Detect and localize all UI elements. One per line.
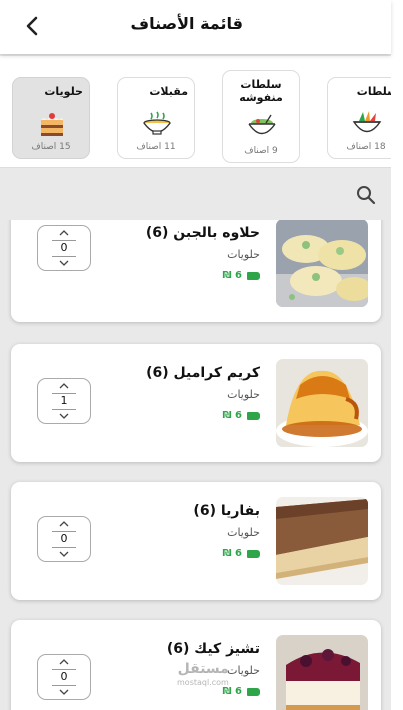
decrease-button[interactable] [38, 410, 90, 422]
chevron-down-icon [59, 689, 69, 695]
category-salads[interactable]: سلطات 18 اصناف [327, 77, 391, 159]
product-image [276, 359, 368, 447]
quantity-value: 1 [60, 394, 68, 407]
category-name: سلطات منفوشه [239, 78, 283, 104]
chevron-down-icon [59, 551, 69, 557]
category-count: 9 اصناف [244, 146, 278, 156]
salad-icon [352, 111, 382, 133]
quantity-stepper[interactable]: 0 [37, 654, 91, 700]
watermark: مستقل mostaql.com [177, 662, 229, 690]
scrollbar[interactable] [391, 0, 403, 710]
product-category: حلويات [227, 388, 260, 401]
product-category: حلويات [227, 664, 260, 677]
category-name: سلطات [356, 85, 391, 98]
watermark-text: مستقل [177, 661, 229, 677]
product-price: ₪ 6 [223, 410, 260, 421]
product-name: حلاوه بالجبن (6) [145, 225, 260, 241]
category-count: 11 اصناف [136, 142, 176, 152]
product-list: حلاوه بالجبن (6) حلويات ₪ 6 0 كريم كرامي… [0, 220, 391, 710]
increase-button[interactable] [38, 227, 90, 239]
category-name: مقبلات [149, 85, 188, 98]
increase-button[interactable] [38, 518, 90, 530]
product-price: ₪ 6 [223, 270, 260, 281]
price-tag-icon [247, 687, 260, 696]
increase-button[interactable] [38, 656, 90, 668]
search-icon[interactable] [356, 185, 376, 205]
product-name: بفاريا (6) [193, 503, 260, 519]
category-strip: حلويات 15 اصناف مقبلات 11 اصناف سلطات من… [0, 56, 391, 168]
decrease-button[interactable] [38, 257, 90, 269]
price-value: ₪ 6 [222, 548, 242, 559]
chevron-left-icon [26, 16, 38, 36]
product-name: تشيز كيك (6) [166, 641, 260, 657]
decrease-button[interactable] [38, 686, 90, 698]
quantity-value: 0 [60, 670, 68, 683]
product-category: حلويات [227, 526, 260, 539]
price-value: ₪ 6 [222, 270, 242, 281]
quantity-value: 0 [60, 532, 68, 545]
increase-button[interactable] [38, 380, 90, 392]
price-tag-icon [247, 549, 260, 558]
decrease-button[interactable] [38, 548, 90, 560]
quantity-stepper[interactable]: 1 [37, 378, 91, 424]
product-price: ₪ 6 [223, 548, 260, 559]
category-count: 15 اصناف [31, 142, 71, 152]
chevron-up-icon [59, 230, 69, 236]
product-category: حلويات [227, 248, 260, 261]
product-image [276, 220, 368, 307]
back-button[interactable] [20, 12, 44, 40]
category-count: 18 اصناف [346, 142, 386, 152]
quantity-stepper[interactable]: 0 [37, 516, 91, 562]
product-image [276, 635, 368, 710]
bowl-icon [143, 111, 171, 135]
category-desserts[interactable]: حلويات 15 اصناف [12, 77, 90, 159]
watermark-sub: mostaql.com [177, 678, 229, 687]
salad-bowl-icon [248, 114, 276, 135]
product-name: كريم كراميل (6) [146, 365, 260, 381]
price-value: ₪ 6 [222, 410, 242, 421]
product-card[interactable]: حلاوه بالجبن (6) حلويات ₪ 6 0 [11, 220, 381, 322]
quantity-value: 0 [60, 241, 68, 254]
chevron-down-icon [59, 260, 69, 266]
price-tag-icon [247, 271, 260, 280]
app-header: قائمة الأصناف [0, 0, 391, 54]
category-name: حلويات [44, 85, 83, 98]
chevron-up-icon [59, 659, 69, 665]
product-card[interactable]: كريم كراميل (6) حلويات ₪ 6 1 [11, 344, 381, 462]
price-tag-icon [247, 411, 260, 420]
chevron-up-icon [59, 383, 69, 389]
page-title: قائمة الأصناف [130, 14, 243, 33]
category-appetizers[interactable]: مقبلات 11 اصناف [117, 77, 195, 159]
quantity-stepper[interactable]: 0 [37, 225, 91, 271]
product-card[interactable]: بفاريا (6) حلويات ₪ 6 0 [11, 482, 381, 600]
cake-icon [41, 113, 63, 136]
category-tossed-salads[interactable]: سلطات منفوشه 9 اصناف [222, 70, 300, 163]
chevron-down-icon [59, 413, 69, 419]
product-image [276, 497, 368, 585]
chevron-up-icon [59, 521, 69, 527]
